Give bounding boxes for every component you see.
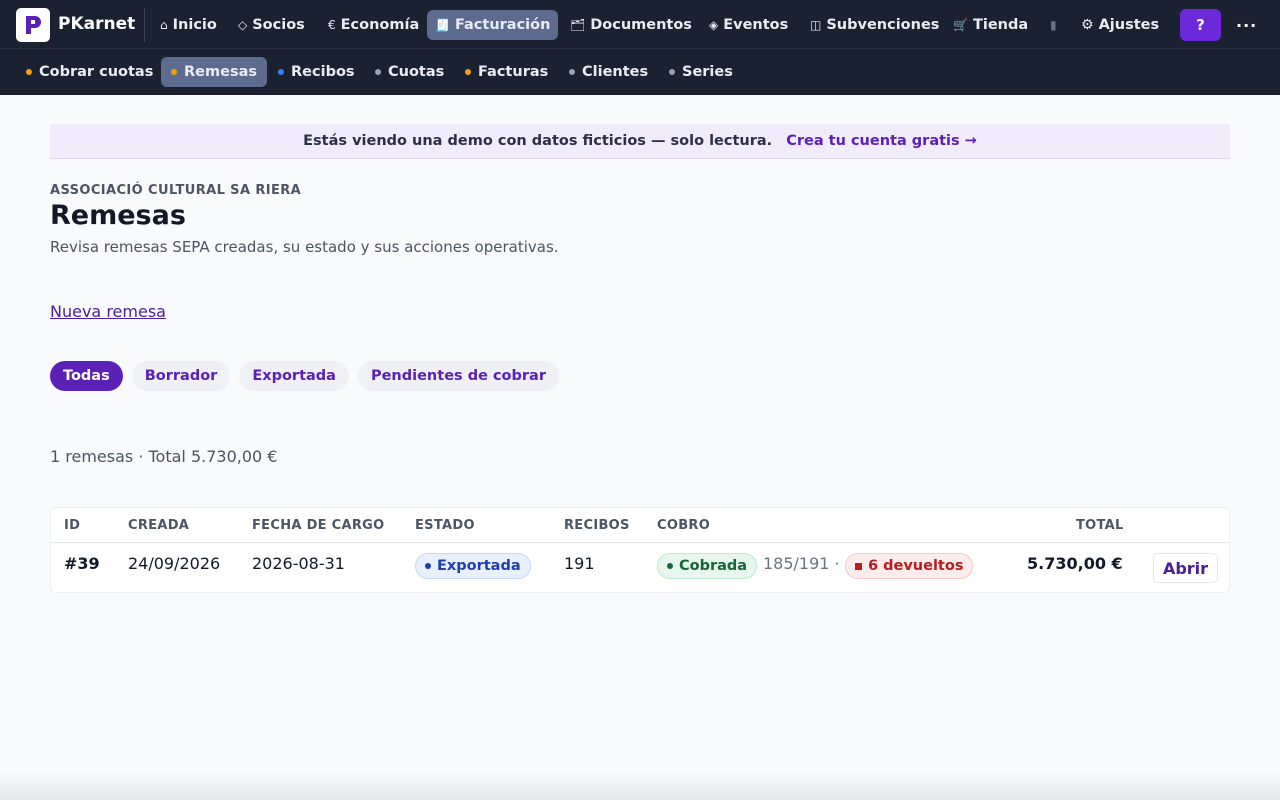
- subnav-cuotas[interactable]: Cuotas: [375, 57, 444, 87]
- filter-todas[interactable]: Todas: [50, 361, 123, 391]
- nav-overflow-item[interactable]: ▮: [1048, 10, 1059, 40]
- demo-banner: Estás viendo una demo con datos ficticio…: [50, 124, 1230, 159]
- gear-icon: ⚙: [1081, 17, 1094, 33]
- returned-square-icon: [855, 562, 862, 570]
- cell-total: 5.730,00 €: [1027, 554, 1123, 573]
- cell-created: 24/09/2026: [128, 554, 221, 573]
- column-header-status: ESTADO: [415, 518, 475, 533]
- cart-icon: 🛒: [953, 18, 968, 32]
- collection-label: Cobrada: [679, 558, 748, 574]
- nav-label: Inicio: [172, 17, 217, 33]
- new-remittance-link[interactable]: Nueva remesa: [50, 302, 166, 321]
- collection-ratio: 185/191 ·: [763, 554, 840, 573]
- status-dot-icon: [465, 69, 471, 75]
- nav-ajustes[interactable]: ⚙ Ajustes: [1079, 10, 1161, 40]
- filter-exportada[interactable]: Exportada: [239, 361, 349, 391]
- subnav-remesas[interactable]: Remesas: [161, 57, 267, 87]
- pkarnet-logo-icon[interactable]: [16, 8, 50, 42]
- fade-block-icon: ▮: [1050, 18, 1057, 32]
- help-button[interactable]: ?: [1180, 9, 1221, 41]
- remittances-table: ID CREADA FECHA DE CARGO ESTADO RECIBOS …: [50, 507, 1230, 593]
- nav-label: Eventos: [723, 17, 789, 33]
- nav-label: Tienda: [972, 17, 1029, 33]
- status-badge: Exportada: [415, 553, 531, 579]
- invoice-icon: 🧾: [435, 18, 450, 32]
- returned-label: 6 devueltos: [868, 558, 964, 574]
- nav-label: Socios: [252, 17, 305, 33]
- column-header-id: ID: [64, 518, 81, 533]
- column-header-collection: COBRO: [657, 518, 711, 533]
- more-menu-button[interactable]: ...: [1236, 12, 1257, 31]
- event-diamond-icon: ◈: [709, 18, 719, 32]
- folder-icon: 🗂: [570, 18, 586, 32]
- create-account-link[interactable]: Crea tu cuenta gratis →: [786, 133, 977, 149]
- nav-eventos[interactable]: ◈ Eventos: [707, 10, 790, 40]
- cell-charge-date: 2026-08-31: [252, 554, 345, 573]
- home-icon: ⌂: [160, 18, 168, 32]
- subnav-label: Series: [682, 64, 733, 80]
- subnav-label: Facturas: [478, 64, 549, 80]
- status-filters: Todas Borrador Exportada Pendientes de c…: [50, 361, 559, 391]
- organization-name: ASSOCIACIÓ CULTURAL SA RIERA: [50, 183, 302, 198]
- column-header-charge-date: FECHA DE CARGO: [252, 518, 385, 533]
- nav-label: Documentos: [590, 17, 692, 33]
- nav-facturacion[interactable]: 🧾 Facturación: [427, 10, 559, 40]
- results-summary: 1 remesas · Total 5.730,00 €: [50, 447, 278, 466]
- nav-tienda[interactable]: 🛒 Tienda: [951, 10, 1030, 40]
- cell-receipts: 191: [564, 554, 595, 573]
- subnav-label: Remesas: [184, 64, 257, 80]
- header-divider: [51, 542, 1229, 543]
- status-dot-icon: [278, 69, 284, 75]
- column-header-total: TOTAL: [1076, 518, 1124, 533]
- status-dot-icon: [26, 69, 32, 75]
- subnav-label: Clientes: [582, 64, 649, 80]
- subnav-clientes[interactable]: Clientes: [569, 57, 648, 87]
- subnav-series[interactable]: Series: [669, 57, 733, 87]
- status-dot-icon: [171, 69, 177, 75]
- brand-divider: [144, 8, 145, 42]
- subnav-label: Recibos: [291, 64, 355, 80]
- status-dot-icon: [569, 69, 575, 75]
- euro-icon: €: [328, 18, 336, 32]
- nav-socios[interactable]: ◇ Socios: [236, 10, 307, 40]
- column-header-created: CREADA: [128, 518, 190, 533]
- open-button[interactable]: Abrir: [1153, 553, 1218, 583]
- cell-id: #39: [64, 554, 100, 573]
- diamond-icon: ◇: [238, 18, 248, 32]
- nav-label: Subvenciones: [826, 17, 940, 33]
- nav-label: Ajustes: [1098, 17, 1160, 33]
- subnav-label: Cobrar cuotas: [39, 64, 154, 80]
- status-dot-icon: [375, 69, 381, 75]
- collection-badge: Cobrada: [657, 553, 758, 579]
- grants-icon: ◫: [810, 18, 822, 32]
- nav-label: Economía: [340, 17, 420, 33]
- returned-badge: 6 devueltos: [845, 553, 974, 579]
- billing-subnav: Cobrar cuotas Remesas Recibos Cuotas Fac…: [0, 48, 1280, 95]
- demo-banner-text: Estás viendo una demo con datos ficticio…: [303, 133, 773, 149]
- top-navbar: PKarnet ⌂ Inicio ◇ Socios € Economía 🧾 F…: [0, 0, 1280, 48]
- nav-economia[interactable]: € Economía: [326, 10, 421, 40]
- subnav-facturas[interactable]: Facturas: [465, 57, 548, 87]
- subnav-label: Cuotas: [388, 64, 445, 80]
- subnav-cobrar-cuotas[interactable]: Cobrar cuotas: [26, 57, 153, 87]
- bottom-shadow: [0, 772, 1280, 800]
- status-dot-icon: [669, 69, 675, 75]
- subnav-recibos[interactable]: Recibos: [278, 57, 355, 87]
- brand-name[interactable]: PKarnet: [58, 14, 135, 34]
- nav-subvenciones[interactable]: ◫ Subvenciones: [808, 10, 941, 40]
- nav-label: Facturación: [454, 17, 551, 33]
- nav-inicio[interactable]: ⌂ Inicio: [158, 10, 219, 40]
- status-label: Exportada: [437, 558, 521, 574]
- column-header-receipts: RECIBOS: [564, 518, 630, 533]
- filter-pendientes[interactable]: Pendientes de cobrar: [357, 361, 559, 391]
- status-dot-icon: [425, 563, 431, 569]
- filter-borrador[interactable]: Borrador: [131, 361, 231, 391]
- status-dot-icon: [667, 563, 673, 569]
- nav-documentos[interactable]: 🗂 Documentos: [568, 10, 694, 40]
- page-title: Remesas: [50, 200, 186, 231]
- page-subtitle: Revisa remesas SEPA creadas, su estado y…: [50, 238, 559, 256]
